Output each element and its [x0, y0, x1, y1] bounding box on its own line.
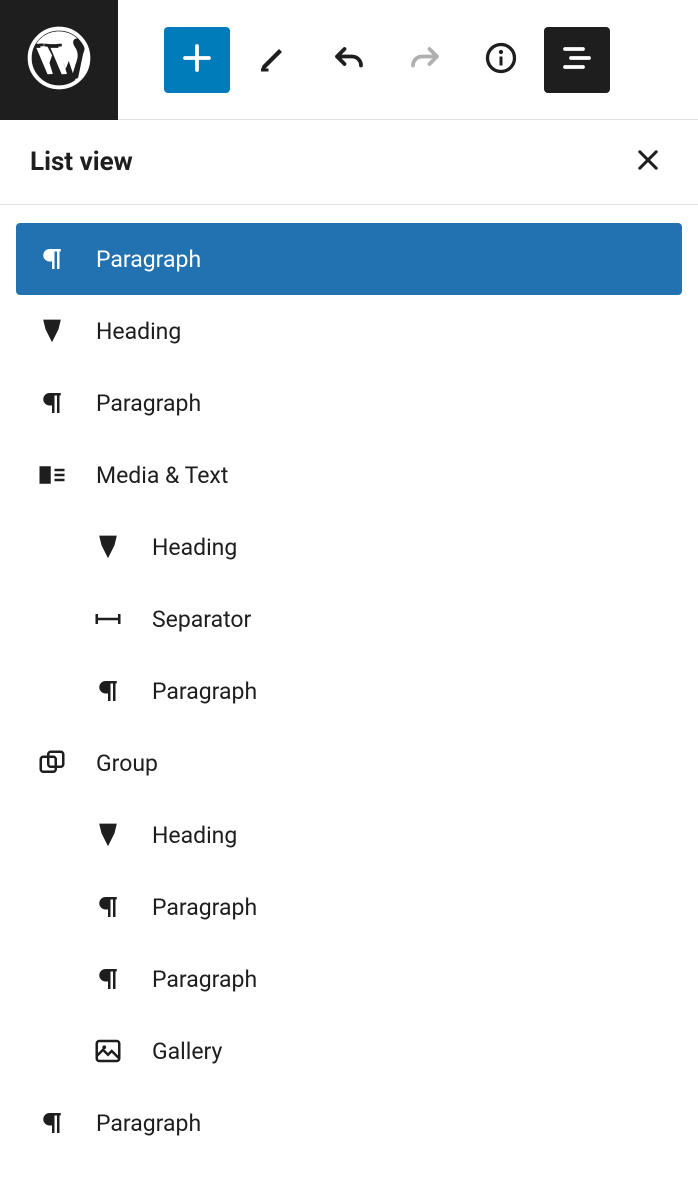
paragraph-icon: [36, 243, 68, 275]
redo-button[interactable]: [392, 27, 458, 93]
add-block-button[interactable]: [164, 27, 230, 93]
block-item-label: Heading: [152, 534, 237, 561]
block-item-heading[interactable]: Heading: [16, 295, 682, 367]
block-item-label: Group: [96, 750, 158, 777]
block-item-label: Paragraph: [96, 1110, 201, 1137]
block-item-paragraph[interactable]: Paragraph: [16, 367, 682, 439]
block-item-label: Paragraph: [152, 894, 257, 921]
separator-icon: [92, 603, 124, 635]
undo-button[interactable]: [316, 27, 382, 93]
paragraph-icon: [92, 675, 124, 707]
block-item-paragraph[interactable]: Paragraph: [16, 943, 682, 1015]
block-item-label: Heading: [152, 822, 237, 849]
block-item-paragraph[interactable]: Paragraph: [16, 223, 682, 295]
block-item-label: Heading: [96, 318, 181, 345]
list-view-toggle-button[interactable]: [544, 27, 610, 93]
block-item-gallery[interactable]: Gallery: [16, 1015, 682, 1087]
block-item-heading[interactable]: Heading: [16, 511, 682, 583]
block-item-label: Paragraph: [152, 678, 257, 705]
block-item-paragraph[interactable]: Paragraph: [16, 871, 682, 943]
panel-title: List view: [30, 147, 133, 177]
block-item-media-text[interactable]: Media & Text: [16, 439, 682, 511]
paragraph-icon: [92, 963, 124, 995]
pencil-icon: [255, 40, 291, 80]
list-view-panel-header: List view: [0, 120, 698, 205]
block-item-group[interactable]: Group: [16, 727, 682, 799]
block-item-label: Paragraph: [96, 390, 201, 417]
block-list: Paragraph Heading Paragraph Media & Text Hea…: [0, 205, 698, 1159]
block-item-heading[interactable]: Heading: [16, 799, 682, 871]
gallery-icon: [92, 1035, 124, 1067]
wordpress-icon: [27, 26, 91, 94]
media-text-icon: [36, 459, 68, 491]
close-icon: [634, 146, 662, 178]
undo-icon: [331, 40, 367, 80]
block-item-label: Media & Text: [96, 462, 228, 489]
list-view-icon: [559, 40, 595, 80]
block-item-separator[interactable]: Separator: [16, 583, 682, 655]
heading-icon: [36, 315, 68, 347]
paragraph-icon: [36, 1107, 68, 1139]
editor-topbar: [0, 0, 698, 120]
details-button[interactable]: [468, 27, 534, 93]
edit-tools-button[interactable]: [240, 27, 306, 93]
block-item-paragraph[interactable]: Paragraph: [16, 1087, 682, 1159]
redo-icon: [407, 40, 443, 80]
block-item-label: Paragraph: [96, 246, 201, 273]
block-item-label: Separator: [152, 606, 251, 633]
paragraph-icon: [36, 387, 68, 419]
plus-icon: [179, 40, 215, 80]
info-icon: [483, 40, 519, 80]
wordpress-logo-button[interactable]: [0, 0, 118, 120]
heading-icon: [92, 819, 124, 851]
block-item-label: Gallery: [152, 1038, 222, 1065]
close-panel-button[interactable]: [628, 142, 668, 182]
block-item-paragraph[interactable]: Paragraph: [16, 655, 682, 727]
paragraph-icon: [92, 891, 124, 923]
group-icon: [36, 747, 68, 779]
block-item-label: Paragraph: [152, 966, 257, 993]
heading-icon: [92, 531, 124, 563]
editor-toolbar: [118, 27, 610, 93]
